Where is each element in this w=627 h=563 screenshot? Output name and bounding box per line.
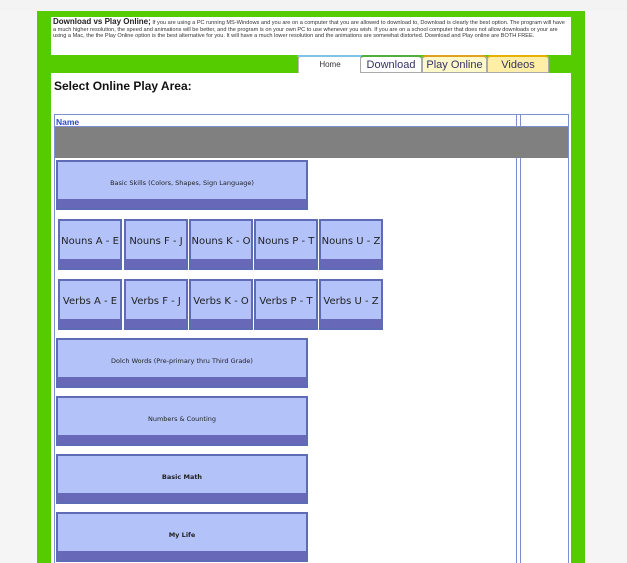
button-label: Nouns A - E (61, 236, 119, 247)
tab-home[interactable]: Home (297, 55, 363, 73)
button-label: Nouns U - Z (321, 236, 381, 247)
verbs-u-z-button[interactable]: Verbs U - Z (319, 279, 383, 330)
tab-play-online[interactable]: Play Online (422, 55, 487, 73)
button-footer (256, 259, 316, 268)
basic-math-button[interactable]: Basic Math (56, 454, 308, 504)
intro-box: Download vs Play Online; If you are usin… (51, 17, 571, 55)
button-label: Dolch Words (Pre-primary thru Third Grad… (111, 357, 253, 365)
button-footer (321, 259, 381, 268)
table-left-border (54, 114, 55, 563)
nouns-p-t-button[interactable]: Nouns P - T (254, 219, 318, 270)
button-footer (191, 259, 251, 268)
button-footer (256, 319, 316, 328)
button-footer (191, 319, 251, 328)
verbs-k-o-button[interactable]: Verbs K - O (189, 279, 253, 330)
button-label: Basic Skills (Colors, Shapes, Sign Langu… (110, 179, 254, 187)
button-footer (58, 493, 306, 502)
nouns-k-o-button[interactable]: Nouns K - O (189, 219, 253, 270)
page-title: Select Online Play Area: (54, 79, 192, 93)
numbers-counting-button[interactable]: Numbers & Counting (56, 396, 308, 446)
verbs-a-e-button[interactable]: Verbs A - E (58, 279, 122, 330)
button-label: Verbs F - J (131, 296, 181, 307)
button-footer (58, 199, 306, 208)
verbs-p-t-button[interactable]: Verbs P - T (254, 279, 318, 330)
button-label: My Life (168, 531, 196, 539)
table-top-border (54, 114, 568, 115)
button-footer (60, 319, 120, 328)
verbs-f-j-button[interactable]: Verbs F - J (124, 279, 188, 330)
button-footer (126, 319, 186, 328)
button-footer (58, 551, 306, 560)
table-column-divider (520, 114, 521, 563)
button-label: Nouns P - T (257, 236, 315, 247)
nouns-f-j-button[interactable]: Nouns F - J (124, 219, 188, 270)
tab-videos[interactable]: Videos (487, 55, 549, 73)
table-column-divider (516, 114, 517, 563)
button-label: Verbs P - T (259, 296, 313, 307)
button-footer (60, 259, 120, 268)
nouns-u-z-button[interactable]: Nouns U - Z (319, 219, 383, 270)
button-footer (58, 377, 306, 386)
button-footer (321, 319, 381, 328)
column-header-name: Name (56, 117, 80, 127)
intro-heading: Download vs Play Online; (53, 17, 151, 26)
button-label: Verbs U - Z (323, 296, 379, 307)
button-footer (126, 259, 186, 268)
top-strip (0, 0, 627, 11)
basic-skills-button[interactable]: Basic Skills (Colors, Shapes, Sign Langu… (56, 160, 308, 210)
button-label: Nouns K - O (191, 236, 251, 247)
button-label: Verbs K - O (193, 296, 249, 307)
my-life-button[interactable]: My Life (56, 512, 308, 562)
nouns-a-e-button[interactable]: Nouns A - E (58, 219, 122, 270)
button-label: Basic Math (161, 473, 203, 481)
table-header-row (55, 127, 568, 158)
tab-download[interactable]: Download (360, 55, 422, 73)
button-label: Numbers & Counting (147, 415, 217, 423)
button-label: Verbs A - E (62, 296, 118, 307)
button-label: Nouns F - J (129, 236, 183, 247)
dolch-words-button[interactable]: Dolch Words (Pre-primary thru Third Grad… (56, 338, 308, 388)
button-footer (58, 435, 306, 444)
table-right-border (568, 114, 569, 563)
